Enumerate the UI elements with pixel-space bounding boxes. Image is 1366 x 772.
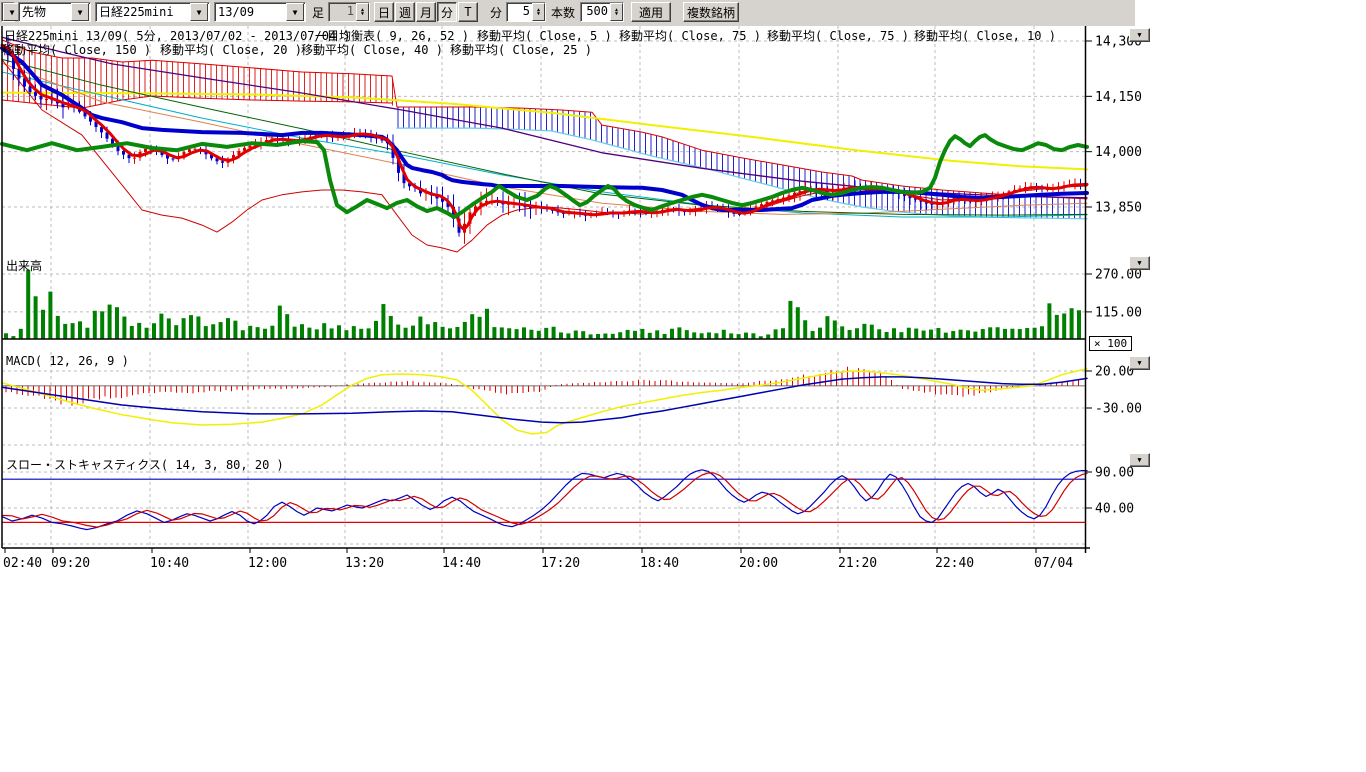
chevron-down-icon: ▼ xyxy=(71,3,89,21)
spinner-arrows-icon[interactable]: ▲▼ xyxy=(356,3,369,21)
time-axis-label: 17:20 xyxy=(541,556,580,571)
bar-count-spinner[interactable]: 500 ▲▼ xyxy=(580,2,624,22)
moving-average-lines xyxy=(2,37,1087,252)
chevron-down-icon: ▼ xyxy=(190,3,208,21)
time-axis-label: 22:40 xyxy=(935,556,974,571)
multi-symbol-button[interactable]: 複数銘柄 xyxy=(683,2,739,22)
weekly-button[interactable]: 週 xyxy=(395,2,415,22)
gridlines xyxy=(2,26,1085,548)
time-axis-label: 02:40 xyxy=(3,556,42,571)
time-axis-label: 13:20 xyxy=(345,556,384,571)
minute-label: 分 xyxy=(490,2,502,22)
macd-pane xyxy=(2,367,1087,434)
time-axis-label: 21:20 xyxy=(838,556,877,571)
minute-spinner[interactable]: 5 ▲▼ xyxy=(506,2,546,22)
monthly-button[interactable]: 月 xyxy=(416,2,436,22)
stochastics-pane xyxy=(2,470,1087,530)
contract-month-select[interactable]: 13/09 ▼ xyxy=(214,2,306,22)
y-axis-tick-label: 14,150 xyxy=(1095,90,1142,105)
bar-type-label: 足 xyxy=(312,2,324,22)
chart-svg: 14,30014,15014,00013,850270.00115.0020.0… xyxy=(0,0,1366,768)
time-axis-label: 14:40 xyxy=(442,556,481,571)
y-axis-tick-label: 40.00 xyxy=(1095,502,1134,517)
category-select[interactable]: 先物 ▼ xyxy=(18,2,91,22)
minute-value: 5 xyxy=(507,3,532,21)
category-select-value: 先物 xyxy=(19,4,70,20)
daily-button[interactable]: 日 xyxy=(374,2,394,22)
y-axis-tick-label: 14,000 xyxy=(1095,145,1142,160)
time-axis-label: 18:40 xyxy=(640,556,679,571)
y-axis-tick-label: 13,850 xyxy=(1095,201,1142,216)
main-pane-menu-button[interactable]: ▼ xyxy=(1129,28,1150,42)
time-axis-label: 20:00 xyxy=(739,556,778,571)
chart-application: 14,30014,15014,00013,850270.00115.0020.0… xyxy=(0,0,1366,768)
chart-plot-area[interactable]: 14,30014,15014,00013,850270.00115.0020.0… xyxy=(0,0,1366,768)
volume-pane-menu-button[interactable]: ▼ xyxy=(1129,256,1150,270)
chevron-down-icon: ▼ xyxy=(286,3,304,21)
minute-button[interactable]: 分 xyxy=(437,2,457,22)
toolbar: ▼ 先物 ▼ 日経225mini ▼ 13/09 ▼ 足 1 ▲▼ 日 週 月 … xyxy=(0,0,1135,26)
volume-multiplier-badge: × 100 xyxy=(1089,336,1132,351)
macd-pane-menu-button[interactable]: ▼ xyxy=(1129,356,1150,370)
time-axis-label: 07/04 xyxy=(1034,556,1073,571)
time-axis-label: 09:20 xyxy=(51,556,90,571)
bar-interval-spinner[interactable]: 1 ▲▼ xyxy=(328,2,370,22)
tick-button[interactable]: T xyxy=(458,2,478,22)
bar-interval-value: 1 xyxy=(329,3,356,21)
bar-count-value: 500 xyxy=(581,3,610,21)
bar-count-label: 本数 xyxy=(551,2,575,22)
stoch-pane-menu-button[interactable]: ▼ xyxy=(1129,453,1150,467)
apply-button[interactable]: 適用 xyxy=(631,2,671,22)
time-axis-label: 12:00 xyxy=(248,556,287,571)
y-axis-tick-label: 115.00 xyxy=(1095,305,1142,320)
contract-month-value: 13/09 xyxy=(215,4,285,20)
symbol-select-value: 日経225mini xyxy=(96,4,189,20)
axes xyxy=(2,26,1090,553)
spinner-arrows-icon[interactable]: ▲▼ xyxy=(532,3,545,21)
y-axis-tick-label: 90.00 xyxy=(1095,466,1134,481)
symbol-select[interactable]: 日経225mini ▼ xyxy=(95,2,210,22)
volume-bars xyxy=(2,270,1085,339)
mini-dropdown[interactable]: ▼ xyxy=(1,2,15,22)
y-axis-tick-label: -30.00 xyxy=(1095,402,1142,417)
spinner-arrows-icon[interactable]: ▲▼ xyxy=(610,3,623,21)
time-axis-label: 10:40 xyxy=(150,556,189,571)
